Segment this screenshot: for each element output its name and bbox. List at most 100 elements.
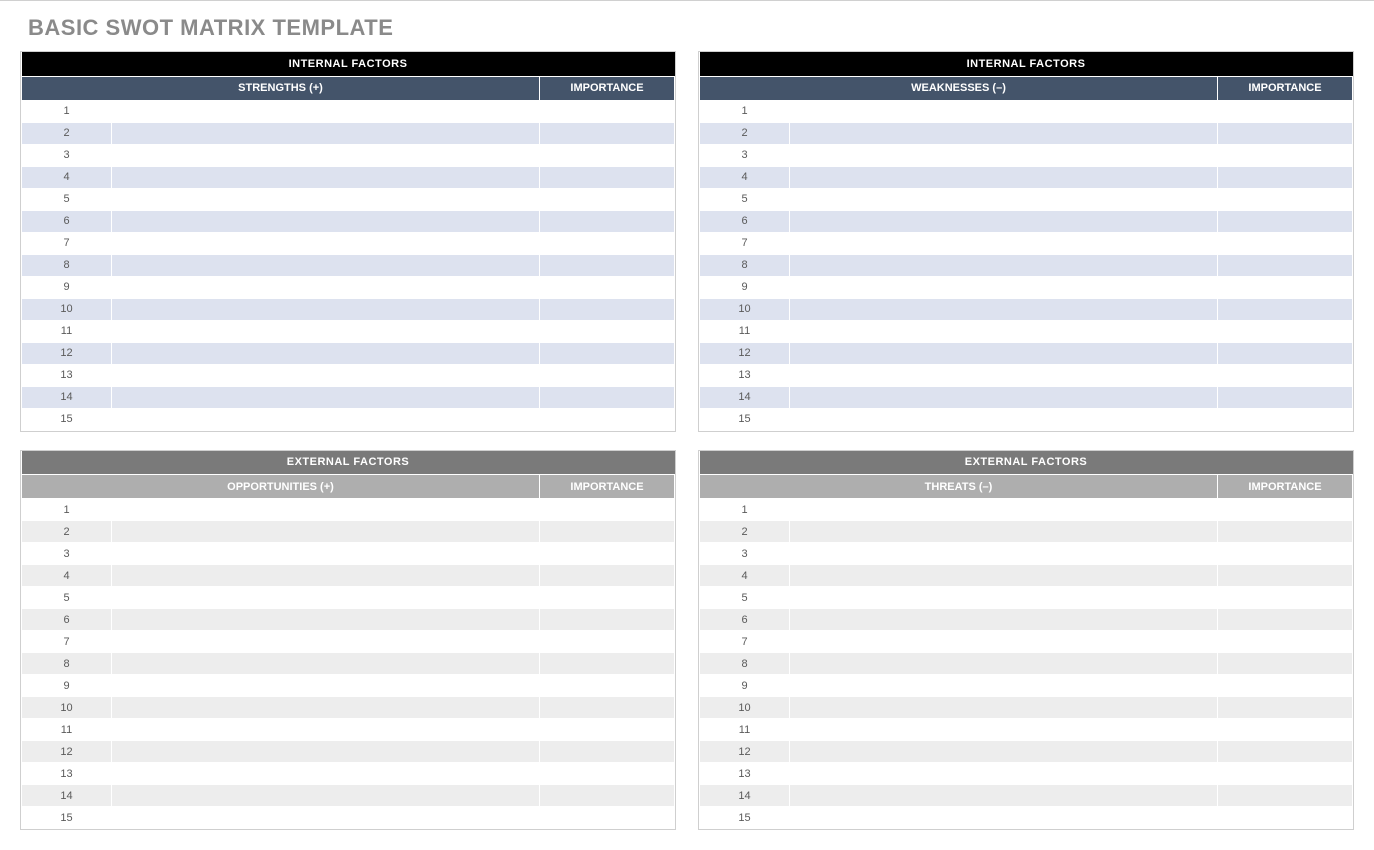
cell-content[interactable] xyxy=(790,232,1218,254)
cell-importance[interactable] xyxy=(1218,188,1353,210)
cell-content[interactable] xyxy=(112,697,540,719)
cell-content[interactable] xyxy=(112,543,540,565)
cell-content[interactable] xyxy=(790,499,1218,521)
cell-importance[interactable] xyxy=(539,697,674,719)
cell-content[interactable] xyxy=(790,166,1218,188)
cell-content[interactable] xyxy=(790,386,1218,408)
cell-content[interactable] xyxy=(112,342,540,364)
cell-importance[interactable] xyxy=(1218,144,1353,166)
cell-content[interactable] xyxy=(112,609,540,631)
cell-importance[interactable] xyxy=(1217,719,1352,741)
cell-importance[interactable] xyxy=(540,298,675,320)
cell-content[interactable] xyxy=(790,631,1218,653)
cell-importance[interactable] xyxy=(1217,631,1352,653)
cell-content[interactable] xyxy=(112,565,540,587)
cell-importance[interactable] xyxy=(1217,785,1352,807)
cell-importance[interactable] xyxy=(1218,276,1353,298)
cell-importance[interactable] xyxy=(539,543,674,565)
cell-importance[interactable] xyxy=(539,785,674,807)
cell-content[interactable] xyxy=(790,741,1218,763)
cell-importance[interactable] xyxy=(1217,521,1352,543)
cell-content[interactable] xyxy=(790,543,1218,565)
cell-importance[interactable] xyxy=(539,609,674,631)
cell-content[interactable] xyxy=(790,342,1218,364)
cell-importance[interactable] xyxy=(1217,499,1352,521)
cell-content[interactable] xyxy=(790,276,1218,298)
cell-content[interactable] xyxy=(112,232,540,254)
cell-importance[interactable] xyxy=(539,741,674,763)
cell-importance[interactable] xyxy=(1218,298,1353,320)
cell-importance[interactable] xyxy=(540,122,675,144)
cell-importance[interactable] xyxy=(1217,609,1352,631)
cell-content[interactable] xyxy=(790,408,1218,430)
cell-content[interactable] xyxy=(790,675,1218,697)
cell-content[interactable] xyxy=(790,144,1218,166)
cell-content[interactable] xyxy=(112,122,540,144)
cell-content[interactable] xyxy=(112,587,540,609)
cell-content[interactable] xyxy=(112,653,540,675)
cell-importance[interactable] xyxy=(540,210,675,232)
cell-importance[interactable] xyxy=(540,364,675,386)
cell-content[interactable] xyxy=(790,188,1218,210)
cell-importance[interactable] xyxy=(539,521,674,543)
cell-content[interactable] xyxy=(112,741,540,763)
cell-importance[interactable] xyxy=(1217,807,1352,829)
cell-content[interactable] xyxy=(112,320,540,342)
cell-content[interactable] xyxy=(790,565,1218,587)
cell-importance[interactable] xyxy=(1218,320,1353,342)
cell-importance[interactable] xyxy=(1218,122,1353,144)
cell-importance[interactable] xyxy=(539,499,674,521)
cell-importance[interactable] xyxy=(540,100,675,122)
cell-content[interactable] xyxy=(112,144,540,166)
cell-importance[interactable] xyxy=(540,342,675,364)
cell-content[interactable] xyxy=(112,763,540,785)
cell-importance[interactable] xyxy=(1217,763,1352,785)
cell-importance[interactable] xyxy=(1217,565,1352,587)
cell-content[interactable] xyxy=(790,697,1218,719)
cell-content[interactable] xyxy=(790,298,1218,320)
cell-importance[interactable] xyxy=(539,719,674,741)
cell-importance[interactable] xyxy=(539,565,674,587)
cell-importance[interactable] xyxy=(539,653,674,675)
cell-importance[interactable] xyxy=(1218,254,1353,276)
cell-importance[interactable] xyxy=(540,254,675,276)
cell-content[interactable] xyxy=(790,254,1218,276)
cell-importance[interactable] xyxy=(1218,386,1353,408)
cell-content[interactable] xyxy=(790,100,1218,122)
cell-importance[interactable] xyxy=(1217,675,1352,697)
cell-content[interactable] xyxy=(790,587,1218,609)
cell-content[interactable] xyxy=(112,188,540,210)
cell-importance[interactable] xyxy=(540,144,675,166)
cell-content[interactable] xyxy=(790,807,1218,829)
cell-content[interactable] xyxy=(112,408,540,430)
cell-importance[interactable] xyxy=(1217,543,1352,565)
cell-importance[interactable] xyxy=(539,675,674,697)
cell-content[interactable] xyxy=(790,653,1218,675)
cell-content[interactable] xyxy=(112,631,540,653)
cell-content[interactable] xyxy=(112,166,540,188)
cell-importance[interactable] xyxy=(540,276,675,298)
cell-content[interactable] xyxy=(790,521,1218,543)
cell-content[interactable] xyxy=(112,210,540,232)
cell-importance[interactable] xyxy=(1218,342,1353,364)
cell-content[interactable] xyxy=(112,785,540,807)
cell-content[interactable] xyxy=(112,298,540,320)
cell-content[interactable] xyxy=(790,122,1218,144)
cell-content[interactable] xyxy=(790,785,1218,807)
cell-importance[interactable] xyxy=(1218,408,1353,430)
cell-importance[interactable] xyxy=(540,188,675,210)
cell-importance[interactable] xyxy=(1218,100,1353,122)
cell-content[interactable] xyxy=(790,364,1218,386)
cell-content[interactable] xyxy=(790,763,1218,785)
cell-importance[interactable] xyxy=(540,320,675,342)
cell-importance[interactable] xyxy=(1218,166,1353,188)
cell-importance[interactable] xyxy=(1217,587,1352,609)
cell-importance[interactable] xyxy=(539,763,674,785)
cell-importance[interactable] xyxy=(539,807,674,829)
cell-content[interactable] xyxy=(112,807,540,829)
cell-importance[interactable] xyxy=(539,631,674,653)
cell-content[interactable] xyxy=(790,609,1218,631)
cell-importance[interactable] xyxy=(1218,232,1353,254)
cell-content[interactable] xyxy=(112,254,540,276)
cell-importance[interactable] xyxy=(1217,741,1352,763)
